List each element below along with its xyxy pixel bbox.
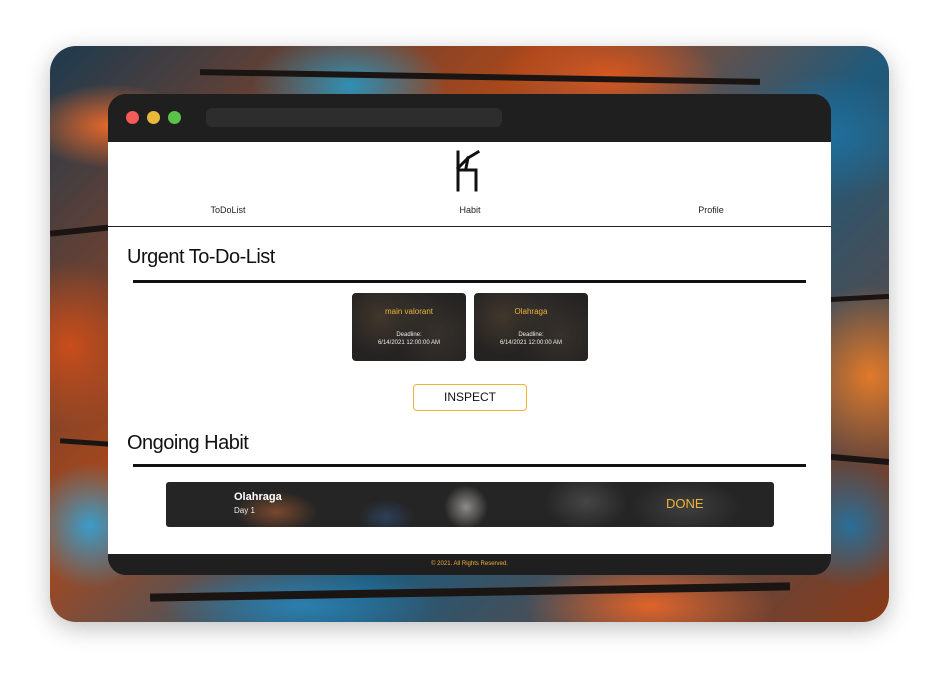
card-overlay (352, 293, 466, 361)
todo-title: main valorant (384, 307, 434, 316)
page-content: ToDoList Habit Profile Urgent To-Do-List… (108, 142, 831, 554)
section-divider (133, 280, 806, 283)
deadline-value: 6/14/2021 12:00:00 AM (499, 340, 563, 346)
todo-title: Olahraga (514, 307, 548, 316)
nav-item-profile[interactable]: Profile (651, 205, 771, 215)
deadline-value: 6/14/2021 12:00:00 AM (377, 340, 441, 346)
minimize-window-button[interactable] (147, 111, 160, 124)
ongoing-habit-heading: Ongoing Habit (127, 432, 249, 454)
nav-item-todolist[interactable]: ToDoList (168, 205, 288, 215)
page-footer: © 2021. All Rights Reserved. (108, 554, 831, 575)
habit-name: Olahraga (234, 491, 282, 503)
address-bar[interactable] (206, 108, 502, 127)
brand-logo[interactable] (454, 150, 484, 192)
done-button[interactable]: DONE (666, 496, 704, 511)
browser-titlebar (108, 94, 831, 142)
urgent-todo-heading: Urgent To-Do-List (127, 246, 275, 268)
habit-card: Olahraga Day 1 DONE (166, 482, 774, 527)
maximize-window-button[interactable] (168, 111, 181, 124)
todo-card[interactable]: Olahraga Deadline: 6/14/2021 12:00:00 AM (474, 293, 588, 361)
browser-window: ToDoList Habit Profile Urgent To-Do-List… (108, 94, 831, 575)
main-nav: ToDoList Habit Profile (108, 200, 831, 227)
section-divider (133, 464, 806, 467)
card-overlay (474, 293, 588, 361)
deadline-label: Deadline: (396, 332, 422, 338)
footer-copyright: © 2021. All Rights Reserved. (431, 561, 508, 567)
nav-item-habit[interactable]: Habit (410, 205, 530, 215)
deadline-label: Deadline: (518, 332, 544, 338)
habit-day: Day 1 (234, 506, 255, 515)
close-window-button[interactable] (126, 111, 139, 124)
todo-card[interactable]: main valorant Deadline: 6/14/2021 12:00:… (352, 293, 466, 361)
inspect-button[interactable]: INSPECT (413, 384, 527, 411)
